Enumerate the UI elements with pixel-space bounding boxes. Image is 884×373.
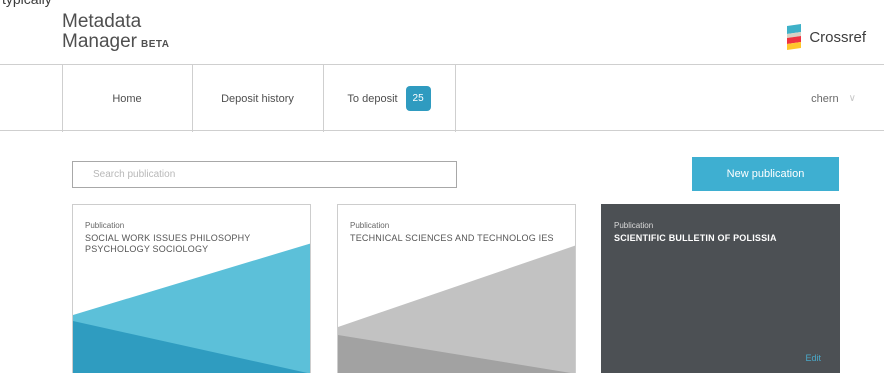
app-logo[interactable]: Metadata Manager BETA xyxy=(62,12,169,55)
beta-label: BETA xyxy=(141,39,170,50)
user-name: chern xyxy=(811,92,839,105)
nav-deposit-history[interactable]: Deposit history xyxy=(192,65,323,132)
top-clipped-text: typically xyxy=(0,0,120,8)
nav-to-deposit[interactable]: To deposit 25 xyxy=(323,65,455,132)
publication-card[interactable]: Publication SCIENTIFIC BULLETIN OF POLIS… xyxy=(601,204,840,373)
edit-link[interactable]: Edit xyxy=(805,353,821,363)
publication-type: Publication xyxy=(614,221,654,230)
new-publication-button[interactable]: New publication xyxy=(692,157,839,191)
card-cover-art xyxy=(73,243,310,373)
user-menu[interactable]: chern ∨ xyxy=(811,65,856,132)
publication-type: Publication xyxy=(350,221,390,230)
crossref-brand: Crossref xyxy=(785,22,866,52)
publication-title: SOCIAL WORK ISSUES PHILOSOPHY PSYCHOLOGY… xyxy=(85,233,251,254)
app-name-line1: Metadata xyxy=(62,11,142,32)
publication-card[interactable]: Publication SOCIAL WORK ISSUES PHILOSOPH… xyxy=(72,204,311,373)
card-cover-art xyxy=(338,245,575,373)
nav-home[interactable]: Home xyxy=(62,65,192,132)
crossref-name: Crossref xyxy=(809,28,866,46)
main-nav: Home Deposit history To deposit 25 chern… xyxy=(0,64,884,132)
to-deposit-count-badge: 25 xyxy=(405,86,431,111)
nav-deposit-history-label: Deposit history xyxy=(221,92,294,105)
nav-home-label: Home xyxy=(112,92,142,105)
publication-card[interactable]: Publication TECHNICAL SCIENCES AND TECHN… xyxy=(337,204,576,373)
app-name-line2: Manager BETA xyxy=(62,31,170,52)
publication-title: TECHNICAL SCIENCES AND TECHNOLOG IES xyxy=(350,233,554,243)
chevron-down-icon: ∨ xyxy=(848,93,856,104)
publication-title: SCIENTIFIC BULLETIN OF POLISSIA xyxy=(614,233,777,243)
nav-divider xyxy=(455,65,456,132)
nav-to-deposit-label: To deposit xyxy=(347,92,398,105)
publication-type: Publication xyxy=(85,221,125,230)
crossref-logo-icon xyxy=(787,24,802,50)
search-publication-input[interactable] xyxy=(72,161,457,188)
